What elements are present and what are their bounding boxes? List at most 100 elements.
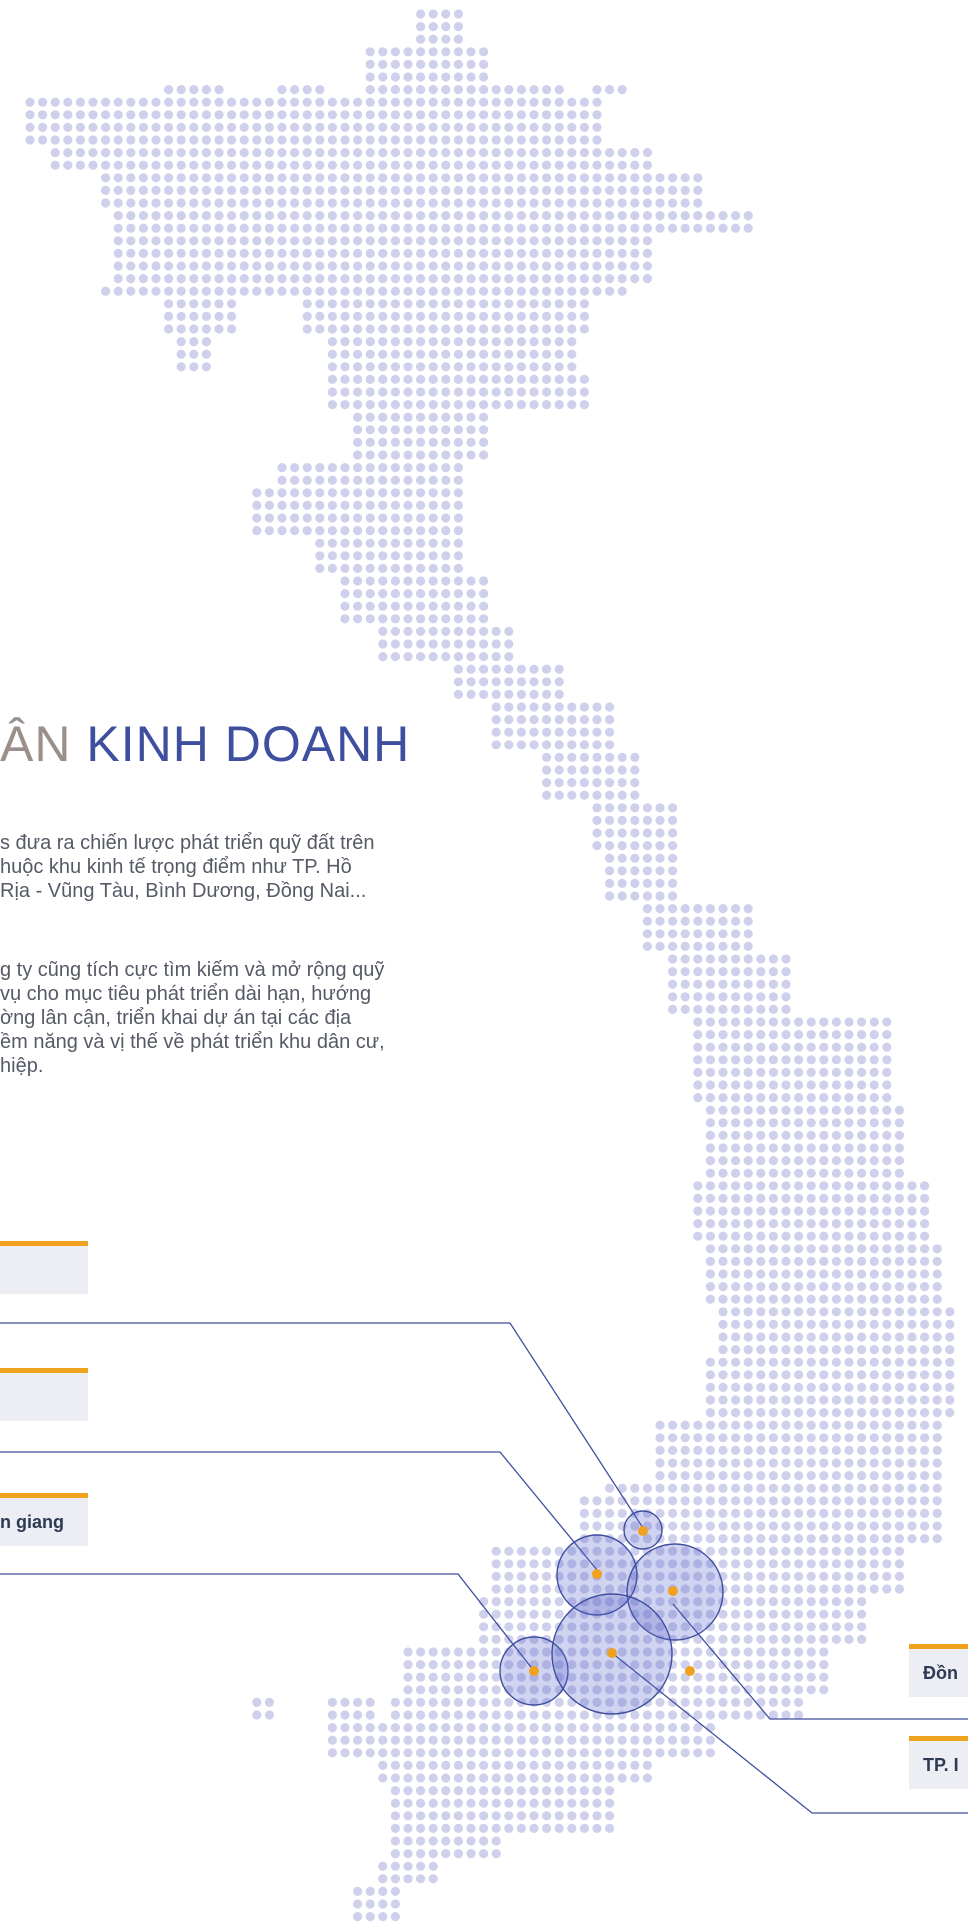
map-dot — [201, 311, 211, 321]
map-dot — [819, 1534, 829, 1544]
map-dot — [403, 412, 413, 422]
map-dot — [441, 589, 451, 599]
map-dot — [668, 853, 678, 863]
map-dot — [554, 160, 564, 170]
map-dot — [252, 148, 262, 158]
map-dot — [882, 1168, 892, 1178]
map-dot — [542, 1597, 552, 1607]
map-dot — [101, 110, 111, 120]
map-dot — [239, 248, 249, 258]
map-dot — [894, 1458, 905, 1468]
map-dot — [693, 173, 703, 183]
map-dot — [164, 122, 174, 132]
map-dot — [907, 1445, 917, 1455]
map-dot — [554, 274, 564, 284]
map-dot — [416, 374, 426, 384]
map-dot — [428, 412, 438, 422]
map-dot — [516, 286, 527, 296]
map-dot — [920, 1370, 930, 1380]
map-dot — [277, 274, 287, 284]
map-dot — [668, 1433, 678, 1443]
map-dot — [857, 1597, 867, 1607]
map-dot — [390, 1886, 400, 1896]
map-dot — [920, 1496, 930, 1506]
map-dot — [907, 1382, 917, 1392]
map-dot — [214, 248, 224, 258]
map-dot — [453, 475, 463, 485]
map-dot — [403, 274, 413, 284]
map-dot — [731, 1710, 741, 1720]
map-dot — [705, 211, 716, 221]
map-dot — [857, 1634, 867, 1644]
map-dot — [579, 752, 590, 763]
map-dot — [479, 1786, 489, 1796]
map-dot — [781, 1445, 791, 1455]
map-dot — [189, 311, 199, 321]
map-dot — [504, 223, 514, 233]
map-dot — [794, 1307, 804, 1317]
map-dot — [428, 437, 438, 447]
map-dot — [441, 513, 451, 523]
map-dot — [819, 1395, 829, 1405]
map-dot — [227, 274, 237, 284]
map-dot — [201, 85, 211, 95]
map-dot — [416, 1660, 426, 1670]
map-dot — [176, 261, 186, 271]
map-dot — [491, 236, 501, 246]
map-dot — [693, 1672, 703, 1682]
map-dot — [428, 97, 438, 107]
map-dot — [680, 1445, 690, 1455]
map-dot — [239, 223, 249, 233]
map-dot — [504, 702, 514, 712]
map-dot — [264, 1697, 274, 1707]
map-dot — [302, 324, 312, 334]
map-dot — [390, 148, 400, 158]
map-dot — [857, 1017, 867, 1027]
map-dot — [453, 488, 463, 498]
map-dot — [479, 1710, 489, 1720]
map-dot — [819, 1294, 829, 1304]
map-dot — [579, 1823, 590, 1833]
map-dot — [428, 1710, 438, 1720]
map-dot — [794, 1685, 804, 1695]
map-dot — [781, 967, 791, 977]
map-dot — [806, 1508, 816, 1518]
map-dot — [491, 185, 501, 195]
map-dot — [605, 185, 615, 195]
map-dot — [164, 223, 174, 233]
map-dot — [718, 1508, 728, 1518]
map-dot — [655, 853, 665, 863]
map-dot — [365, 362, 375, 372]
map-dot — [781, 1508, 791, 1518]
map-dot — [743, 1471, 753, 1481]
map-dot — [365, 425, 375, 435]
map-dot — [831, 1622, 842, 1632]
map-dot — [579, 1521, 590, 1531]
map-dot — [441, 261, 451, 271]
map-dot — [516, 1786, 527, 1796]
map-dot — [453, 173, 463, 183]
map-dot — [869, 1118, 879, 1128]
map-dot — [390, 463, 400, 473]
map-dot — [365, 286, 375, 296]
map-dot — [668, 979, 678, 989]
map-dot — [945, 1319, 955, 1329]
map-dot — [605, 702, 615, 712]
map-dot — [768, 1559, 779, 1569]
map-dot — [453, 1823, 463, 1833]
map-dot — [365, 601, 375, 611]
map-dot — [857, 1370, 867, 1380]
map-dot — [907, 1269, 917, 1279]
map-dot — [718, 1256, 728, 1266]
map-dot — [705, 1193, 716, 1203]
map-dot — [743, 1193, 753, 1203]
map-dot — [819, 1458, 829, 1468]
map-dot — [504, 1760, 514, 1770]
marker-tay-ninh — [638, 1526, 648, 1536]
map-dot — [315, 551, 325, 561]
map-dot — [693, 1042, 703, 1052]
map-dot — [705, 1445, 716, 1455]
map-dot — [592, 803, 602, 813]
map-dot — [428, 110, 438, 120]
map-dot — [718, 1357, 728, 1367]
